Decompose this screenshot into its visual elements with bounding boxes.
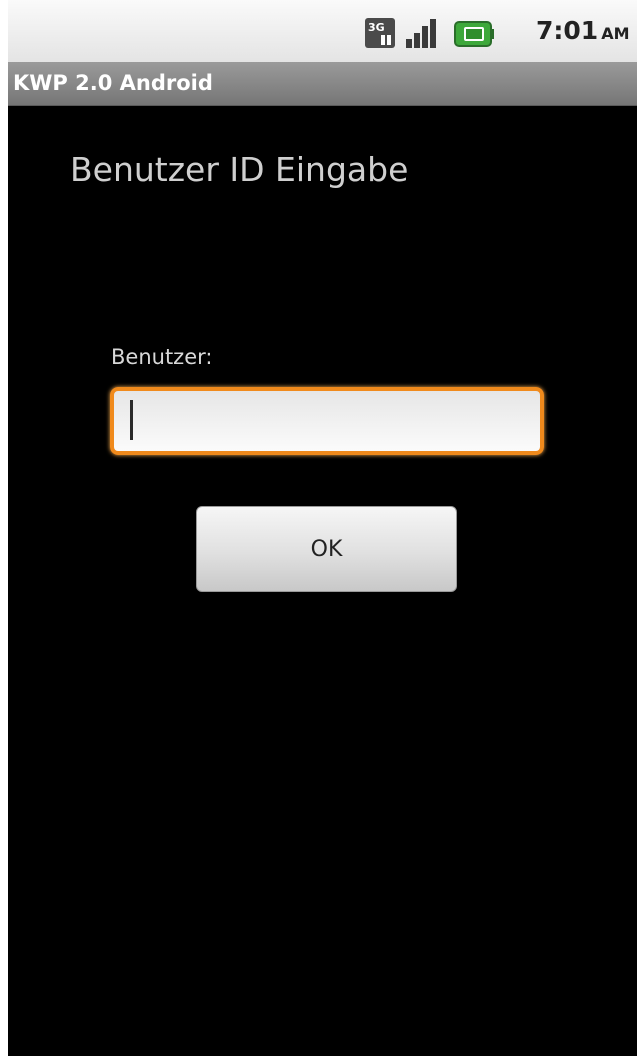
ok-button[interactable]: OK [196, 506, 457, 592]
3g-network-icon: 3G [364, 17, 396, 49]
status-clock: 7:01 AM [536, 16, 630, 45]
user-id-input[interactable] [110, 387, 544, 455]
signal-strength-icon [404, 17, 440, 49]
text-cursor [130, 400, 133, 440]
status-bar: 3G 7:01 AM [8, 0, 637, 62]
clock-ampm: AM [601, 24, 630, 43]
app-screen: 3G 7:01 AM KWP 2.0 Android Benutzer ID E… [8, 0, 637, 1056]
app-title-bar: KWP 2.0 Android [8, 62, 637, 106]
app-title: KWP 2.0 Android [13, 71, 213, 95]
network-type-label: 3G [368, 21, 385, 34]
clock-time: 7:01 [536, 16, 599, 45]
page-heading: Benutzer ID Eingabe [70, 150, 409, 189]
battery-charging-icon [454, 21, 494, 47]
user-field-label: Benutzer: [111, 345, 213, 369]
